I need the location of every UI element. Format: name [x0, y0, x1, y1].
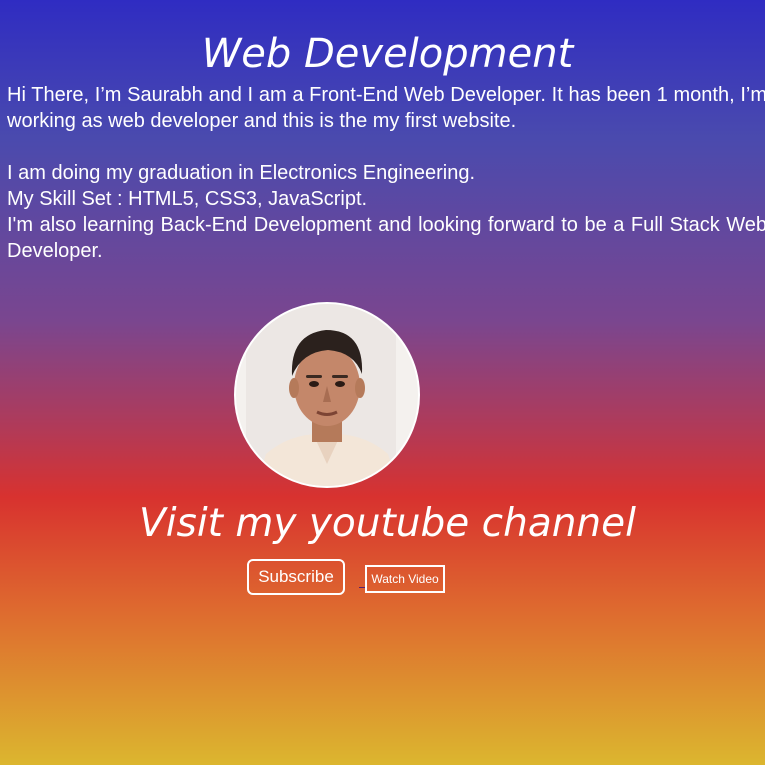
avatar	[234, 302, 420, 488]
youtube-heading: Visit my youtube channel	[139, 501, 636, 546]
learning-line: I'm also learning Back-End Development a…	[7, 214, 765, 262]
subscribe-button[interactable]: Subscribe	[247, 559, 345, 595]
watch-video-button[interactable]: Watch Video	[365, 565, 445, 593]
education-line: I am doing my graduation in Electronics …	[7, 162, 476, 184]
skills-line: My Skill Set : HTML5, CSS3, JavaScript.	[7, 188, 368, 210]
intro-text: Hi There, I’m Saurabh and I am a Front-E…	[7, 82, 765, 264]
intro-paragraph: Hi There, I’m Saurabh and I am a Front-E…	[7, 84, 765, 132]
profile-photo	[236, 304, 418, 486]
page-title: Web Development	[201, 31, 574, 77]
